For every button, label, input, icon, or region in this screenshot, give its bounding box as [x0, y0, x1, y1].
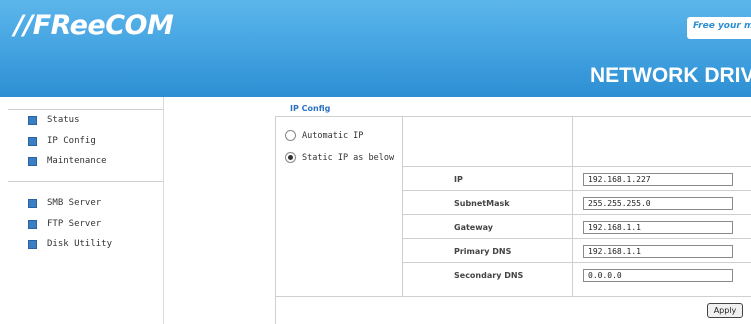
subnet-mask-label: SubnetMask	[454, 199, 510, 208]
sidebar-item-label: SMB Server	[47, 198, 102, 208]
radio-label: Automatic IP	[302, 130, 364, 141]
gateway-input[interactable]	[583, 221, 733, 234]
radio-unchecked-icon[interactable]	[285, 130, 296, 141]
sidebar-item-smb-server[interactable]: SMB Server	[28, 196, 101, 210]
square-bullet-icon	[28, 219, 37, 229]
square-bullet-icon	[28, 198, 37, 208]
square-bullet-icon	[28, 156, 37, 166]
subnet-mask-input[interactable]	[583, 197, 733, 210]
radio-label: Static IP as below	[302, 152, 395, 163]
row-divider	[402, 214, 751, 215]
column-divider	[572, 117, 573, 296]
sidebar-item-ip-config[interactable]: IP Config	[28, 134, 96, 148]
row-divider	[402, 238, 751, 239]
sidebar	[8, 97, 164, 324]
primary-dns-input[interactable]	[583, 245, 733, 258]
radio-static-ip[interactable]: Static IP as below	[285, 152, 394, 163]
sidebar-item-label: Status	[47, 115, 80, 125]
column-divider	[402, 117, 403, 296]
sidebar-item-label: FTP Server	[47, 219, 102, 229]
tagline-text: Free your mind	[693, 21, 751, 31]
apply-button[interactable]: Apply	[707, 303, 743, 318]
secondary-dns-input[interactable]	[583, 269, 733, 282]
sidebar-item-label: IP Config	[47, 136, 96, 146]
product-title: NETWORK DRIVE	[590, 64, 751, 87]
panel-border	[275, 117, 276, 324]
square-bullet-icon	[28, 239, 37, 249]
header-banner: //FReeCOM Free your mind NETWORK DRIVE	[0, 0, 751, 97]
freecom-logo: //FReeCOM	[14, 10, 174, 41]
sidebar-divider	[8, 181, 163, 182]
row-divider	[402, 190, 751, 191]
sidebar-item-status[interactable]: Status	[28, 113, 80, 127]
title-divider	[275, 116, 751, 117]
square-bullet-icon	[28, 115, 37, 125]
sidebar-item-label: Disk Utility	[47, 239, 113, 249]
row-divider	[402, 262, 751, 263]
tagline-badge: Free your mind	[687, 17, 751, 39]
sidebar-item-label: Maintenance	[47, 156, 107, 166]
gateway-label: Gateway	[454, 223, 493, 232]
row-divider	[402, 166, 751, 167]
row-divider	[275, 296, 751, 297]
radio-automatic-ip[interactable]: Automatic IP	[285, 130, 363, 141]
radio-checked-icon[interactable]	[285, 152, 296, 163]
square-bullet-icon	[28, 136, 37, 146]
primary-dns-label: Primary DNS	[454, 247, 512, 256]
secondary-dns-label: Secondary DNS	[454, 271, 524, 280]
section-title: IP Config	[290, 104, 331, 113]
sidebar-item-maintenance[interactable]: Maintenance	[28, 154, 107, 168]
sidebar-item-disk-utility[interactable]: Disk Utility	[28, 237, 112, 251]
ip-label: IP	[454, 175, 463, 184]
sidebar-divider	[8, 109, 163, 110]
sidebar-item-ftp-server[interactable]: FTP Server	[28, 217, 101, 231]
ip-input[interactable]	[583, 173, 733, 186]
